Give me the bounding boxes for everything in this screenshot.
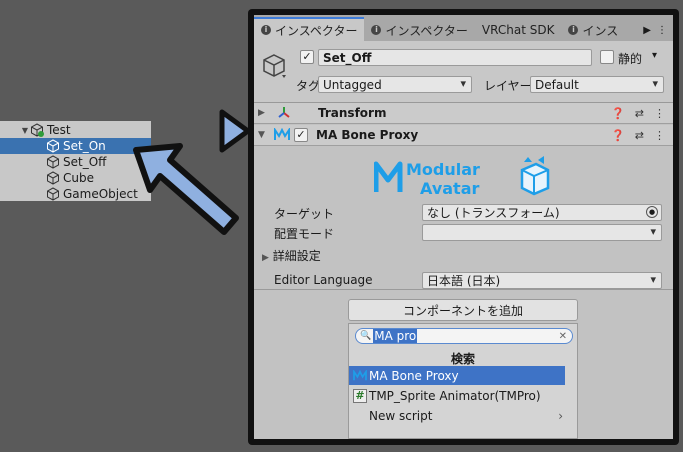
result-item-new-script[interactable]: New script › — [349, 406, 565, 425]
layer-label: レイヤー — [484, 79, 532, 93]
static-dropdown-icon[interactable]: ▾ — [652, 50, 657, 61]
collapse-right-icon: ▶ — [262, 253, 269, 263]
tab-navigation: ▶ ⋮ — [643, 19, 673, 41]
prefab-cube-icon — [31, 123, 44, 137]
search-icon: 🔍 — [360, 331, 372, 341]
static-checkbox[interactable] — [600, 50, 614, 64]
more-menu-icon[interactable]: ⋮ — [654, 107, 665, 120]
hierarchy-item-label: Test — [47, 123, 71, 137]
hierarchy-item-cube[interactable]: Cube — [0, 170, 151, 186]
more-menu-icon[interactable]: ⋮ — [657, 25, 667, 36]
expand-down-icon[interactable]: ▼ — [20, 126, 30, 135]
results-title: 検索 — [450, 352, 475, 366]
preset-icon[interactable]: ⇄ — [635, 129, 644, 142]
gameobject-cube-icon[interactable] — [262, 53, 288, 79]
component-search-input[interactable]: 🔍 MA pro ✕ — [355, 328, 573, 344]
hierarchy-item-label: Set_On — [63, 139, 106, 153]
help-icon[interactable]: ❓ — [611, 107, 625, 120]
add-component-popup: 🔍 MA pro ✕ 検索 MA Bone Proxy # TMP_Sprite… — [348, 323, 578, 439]
transform-axes-icon — [278, 107, 290, 118]
hierarchy-item-gameobject[interactable]: GameObject — [0, 186, 151, 202]
tag-label: タグ — [296, 79, 321, 93]
editor-language-label: Editor Language — [274, 273, 373, 287]
object-name-field[interactable]: Set_Off — [318, 49, 592, 66]
tab-bar: i インスペクター i インスペクター VRChat SDK i インス ▶ ⋮ — [254, 15, 673, 41]
cube-icon — [47, 155, 59, 169]
ma-icon — [353, 369, 367, 383]
tab-vrchat-sdk[interactable]: VRChat SDK — [475, 19, 562, 41]
help-icon[interactable]: ❓ — [611, 129, 625, 142]
tab-inspector-2[interactable]: i インスペクター — [364, 19, 474, 41]
advanced-foldout[interactable]: ▶ 詳細設定 — [262, 247, 321, 264]
cube-icon — [47, 139, 59, 153]
hierarchy-item-label: GameObject — [63, 187, 138, 201]
component-header-bone-proxy[interactable]: ▼ ✓ MA Bone Proxy ❓ ⇄ ⋮ — [254, 125, 673, 146]
info-icon: i — [261, 25, 271, 35]
clear-search-icon[interactable]: ✕ — [559, 331, 567, 342]
logo-text-line1: Modular — [406, 160, 480, 179]
logo-text-line2: Avatar — [420, 179, 479, 198]
inspector-frame: i インスペクター i インスペクター VRChat SDK i インス ▶ ⋮ — [248, 9, 679, 445]
hierarchy-item-set-on[interactable]: Set_On — [0, 138, 151, 154]
component-header-transform[interactable]: ▶ Transform ❓ ⇄ ⋮ — [254, 103, 673, 124]
add-component-button[interactable]: コンポーネントを追加 — [348, 299, 578, 321]
static-label: 静的 — [618, 52, 643, 66]
hierarchy-item-set-off[interactable]: Set_Off — [0, 154, 151, 170]
bone-proxy-body: Modular Avatar ターゲット なし (トランスフォーム) ● 配置モ… — [254, 149, 673, 439]
section-divider — [254, 289, 673, 290]
attachment-mode-label: 配置モード — [274, 227, 335, 241]
object-picker-icon[interactable]: ● — [646, 206, 658, 218]
ma-icon — [274, 128, 290, 140]
script-icon: # — [353, 388, 367, 403]
more-menu-icon[interactable]: ⋮ — [654, 129, 665, 142]
preset-icon[interactable]: ⇄ — [635, 107, 644, 120]
target-object-field[interactable]: なし (トランスフォーム) ● — [422, 204, 662, 221]
inspector-window: i インスペクター i インスペクター VRChat SDK i インス ▶ ⋮ — [254, 15, 673, 439]
target-label: ターゲット — [274, 207, 335, 221]
info-icon: i — [568, 25, 579, 35]
layer-dropdown[interactable]: Default — [530, 76, 664, 93]
tab-scroll-right-icon[interactable]: ▶ — [643, 25, 651, 36]
triangle-marker-icon — [219, 109, 251, 153]
modular-avatar-logo: Modular Avatar — [374, 156, 550, 198]
chevron-right-icon: › — [558, 408, 563, 423]
tab-inspector-1[interactable]: i インスペクター — [254, 17, 365, 41]
editor-language-dropdown[interactable]: 日本語 (日本) — [422, 272, 662, 289]
collapse-right-icon[interactable]: ▶ — [258, 108, 270, 118]
tag-dropdown[interactable]: Untagged — [318, 76, 472, 93]
component-title: MA Bone Proxy — [316, 128, 419, 142]
tab-inspector-3[interactable]: i インス — [561, 19, 625, 41]
info-icon: i — [371, 25, 382, 35]
hierarchy-item-label: Cube — [63, 171, 94, 185]
cube-icon — [47, 171, 59, 185]
expand-down-icon[interactable]: ▼ — [258, 130, 270, 140]
attachment-mode-dropdown[interactable] — [422, 224, 662, 241]
object-header: ✓ Set_Off 静的 ▾ タグ Untagged レイヤー Default — [254, 41, 673, 103]
hierarchy-item-test[interactable]: ▼ Test — [0, 122, 151, 138]
component-enabled-checkbox[interactable]: ✓ — [294, 128, 308, 142]
cube-icon — [47, 187, 59, 201]
component-title: Transform — [318, 106, 387, 120]
hierarchy-panel: ▼ Test Set_On Set_Off Cube GameObject — [0, 121, 151, 201]
result-item-ma-bone-proxy[interactable]: MA Bone Proxy — [349, 366, 565, 385]
hierarchy-item-label: Set_Off — [63, 155, 107, 169]
pointer-arrow-icon — [133, 143, 239, 235]
result-item-tmp-sprite-animator[interactable]: # TMP_Sprite Animator (TMPro) — [349, 386, 565, 405]
active-checkbox[interactable]: ✓ — [300, 50, 314, 64]
